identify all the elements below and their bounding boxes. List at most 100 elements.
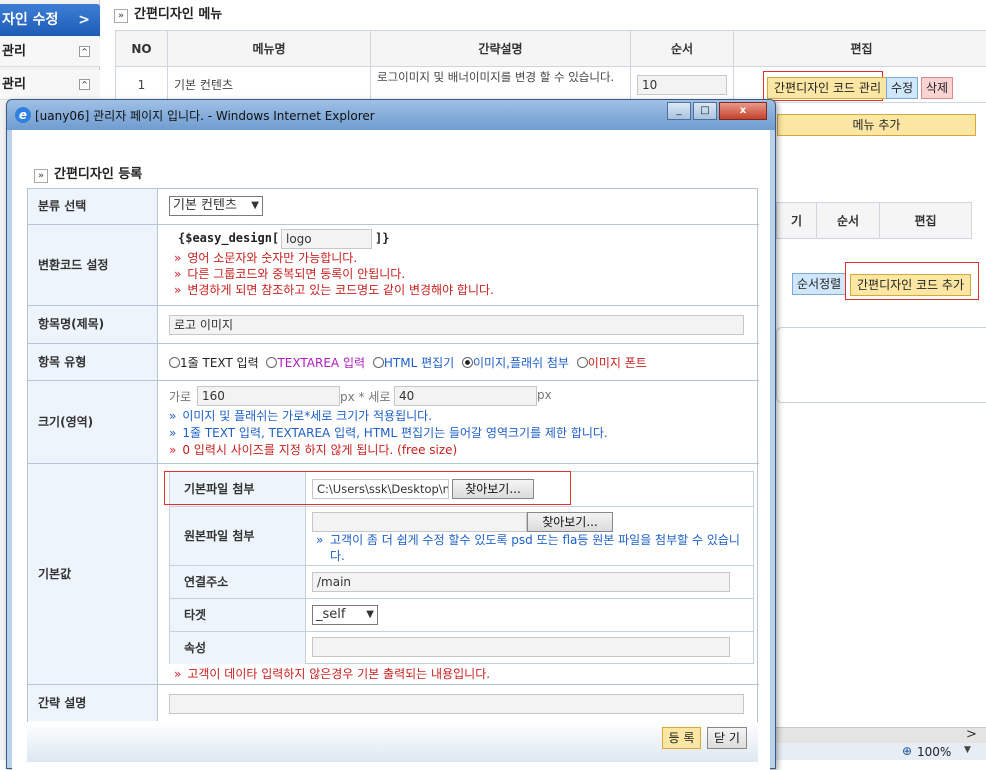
col-header-desc: 간략설명 — [371, 31, 631, 67]
code-label: 변환코드 설정 — [28, 225, 158, 305]
double-chevron-icon: » — [34, 169, 48, 183]
code-note-2: »다른 그룹코드와 중복되면 등록이 안됩니다. — [174, 266, 405, 282]
ie-popup-window: e [uany06] 관리자 페이지 입니다. - Windows Intern… — [6, 99, 776, 769]
popup-content: » 간편디자인 등록 분류 선택 기본 컨텐츠 ▼ 변환코드 설정 {$easy_… — [12, 130, 770, 770]
table-header-row: 기 순서 편집 — [777, 203, 972, 239]
radio-label: TEXTAREA 입력 — [277, 356, 365, 370]
height-unit: px — [537, 388, 552, 402]
highlight-box — [164, 471, 571, 505]
cell-no: 1 — [116, 67, 168, 103]
order-input[interactable]: 10 — [637, 75, 727, 95]
ie-logo-icon: e — [15, 107, 31, 123]
code-prefix: {$easy_design[ — [178, 231, 279, 245]
target-select[interactable]: _self ▼ — [312, 605, 378, 625]
sidebar-header[interactable]: 자인 수정 > — [0, 4, 100, 36]
radio-label: 이미지,플래쉬 첨부 — [473, 356, 569, 370]
size-label: 크기(영역) — [28, 381, 158, 463]
chevron-down-icon: ▼ — [251, 197, 259, 215]
table-header-row: NO 메뉴명 간략설명 순서 편집 — [116, 31, 986, 67]
attr-label: 속성 — [170, 632, 306, 664]
sidebar-item-label: 관리 — [2, 77, 26, 92]
col-header-edit: 편집 — [880, 203, 972, 239]
category-value: 기본 컨텐츠 — [173, 198, 237, 213]
orig-file-note: »고객이 좀 더 쉽게 수정 할수 있도록 psd 또는 fla등 원본 파일을… — [316, 532, 746, 564]
scroll-right-icon[interactable]: > — [966, 727, 977, 742]
default-label: 기본값 — [28, 464, 158, 684]
height-input[interactable]: 40 — [394, 386, 537, 406]
radio-label: HTML 편집기 — [384, 356, 454, 370]
register-form: 분류 선택 기본 컨텐츠 ▼ 변환코드 설정 {$easy_design[ lo… — [27, 188, 758, 728]
chevron-down-icon: ▼ — [366, 606, 374, 624]
delete-button[interactable]: 삭제 — [921, 77, 953, 99]
col-header-no: NO — [116, 31, 168, 67]
default-note: »고객이 데이타 입력하지 않은경우 기본 출력되는 내용입니다. — [174, 666, 490, 682]
collapse-toggle-icon[interactable]: ^ — [79, 46, 90, 57]
zoom-dropdown-icon[interactable]: ▼ — [964, 745, 971, 755]
register-button[interactable]: 등 록 — [662, 727, 701, 749]
item-name-label: 항목명(제목) — [28, 306, 158, 343]
window-titlebar[interactable]: e [uany06] 관리자 페이지 입니다. - Windows Intern… — [7, 100, 775, 130]
width-label: 가로 — [169, 388, 191, 405]
sidebar-item-manage-1[interactable]: 관리 ^ — [0, 37, 100, 67]
code-note-1: »영어 소문자와 숫자만 가능합니다. — [174, 250, 357, 266]
window-title: [uany06] 관리자 페이지 입니다. - Windows Internet… — [35, 107, 375, 124]
item-name-input[interactable]: 로고 이미지 — [169, 315, 744, 335]
category-select[interactable]: 기본 컨텐츠 ▼ — [169, 196, 263, 216]
page-title: » 간편디자인 메뉴 — [114, 3, 222, 23]
brief-input[interactable] — [169, 694, 744, 714]
col-header-name: 메뉴명 — [168, 31, 371, 67]
size-note-1: »이미지 및 플래쉬는 가로*세로 크기가 적용됩니다. — [169, 408, 432, 424]
horizontal-scrollbar[interactable]: > — [776, 727, 986, 743]
status-bar: ⊕ 100% ▼ — [770, 742, 986, 760]
popup-title: » 간편디자인 등록 — [34, 163, 142, 183]
height-label: px * 세로 — [340, 388, 390, 405]
code-add-button[interactable]: 간편디자인 코드 추가 — [850, 274, 971, 296]
code-manage-button[interactable]: 간편디자인 코드 관리 — [767, 77, 888, 99]
sort-button[interactable]: 순서정렬 — [792, 273, 846, 295]
page-title-text: 간편디자인 메뉴 — [134, 7, 222, 22]
size-note-2: »1줄 TEXT 입력, TEXTAREA 입력, HTML 편집기는 들어갈 … — [169, 425, 608, 441]
col-header-partial: 기 — [777, 203, 817, 239]
collapse-toggle-icon[interactable]: ^ — [79, 79, 90, 90]
link-label: 연결주소 — [170, 566, 306, 598]
width-input[interactable]: 160 — [197, 386, 340, 406]
menu-add-button[interactable]: 메뉴 추가 — [777, 114, 976, 136]
radio-image-font[interactable] — [577, 357, 588, 368]
code-input[interactable]: logo — [281, 229, 372, 249]
radio-html-editor[interactable] — [373, 357, 384, 368]
sidebar-item-manage-2[interactable]: 관리 ^ — [0, 70, 100, 100]
radio-label: 1줄 TEXT 입력 — [180, 356, 259, 370]
double-chevron-icon: » — [114, 9, 128, 23]
target-value: _self — [316, 607, 345, 622]
popup-title-text: 간편디자인 등록 — [54, 167, 142, 182]
orig-browse-button[interactable]: 찾아보기... — [527, 512, 613, 532]
close-button[interactable]: 닫 기 — [707, 727, 747, 749]
link-input[interactable]: /main — [312, 572, 730, 592]
sidebar-header-label: 자인 수정 — [2, 12, 58, 28]
col-header-edit: 편집 — [734, 31, 986, 67]
orig-file-input[interactable] — [312, 512, 527, 532]
item-type-label: 항목 유형 — [28, 344, 158, 380]
target-label: 타겟 — [170, 599, 306, 631]
attr-input[interactable] — [312, 637, 730, 657]
radio-textarea[interactable] — [266, 357, 277, 368]
zoom-level[interactable]: 100% — [917, 745, 951, 759]
radio-text-input[interactable] — [169, 357, 180, 368]
sidebar-item-label: 관리 — [2, 44, 26, 59]
category-label: 분류 선택 — [28, 189, 158, 224]
code-note-3: »변경하게 되면 참조하고 있는 코드명도 같이 변경해야 합니다. — [174, 282, 494, 298]
button-bar — [27, 722, 758, 762]
chevron-right-icon: > — [78, 4, 90, 36]
minimize-button[interactable]: _ — [667, 102, 691, 120]
content-panel — [776, 327, 986, 403]
col-header-order: 순서 — [631, 31, 734, 67]
orig-file-label: 원본파일 첨부 — [170, 507, 306, 565]
cell-desc: 로그이미지 및 배너이미지를 변경 할 수 있습니다. — [371, 67, 631, 103]
col-header-order: 순서 — [817, 203, 880, 239]
code-suffix: ]} — [375, 231, 389, 245]
code-table: 기 순서 편집 — [776, 202, 972, 239]
edit-button[interactable]: 수정 — [886, 77, 918, 99]
maximize-button[interactable]: □ — [693, 102, 717, 120]
close-window-button[interactable]: x — [719, 102, 767, 120]
radio-image-flash[interactable] — [462, 357, 473, 368]
